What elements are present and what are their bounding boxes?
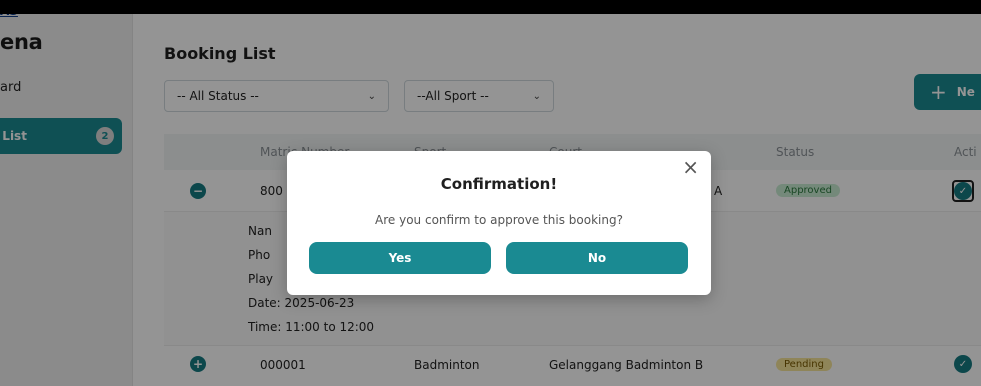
- app-frame: AS ena ard j List 2 Booking List -- All …: [0, 14, 981, 386]
- no-button[interactable]: No: [506, 242, 688, 274]
- yes-button[interactable]: Yes: [309, 242, 491, 274]
- dialog-title: Confirmation!: [440, 175, 558, 193]
- dialog-message: Are you confirm to approve this booking?: [375, 213, 623, 227]
- confirmation-dialog: × Confirmation! Are you confirm to appro…: [287, 151, 711, 295]
- close-icon[interactable]: ×: [682, 157, 699, 177]
